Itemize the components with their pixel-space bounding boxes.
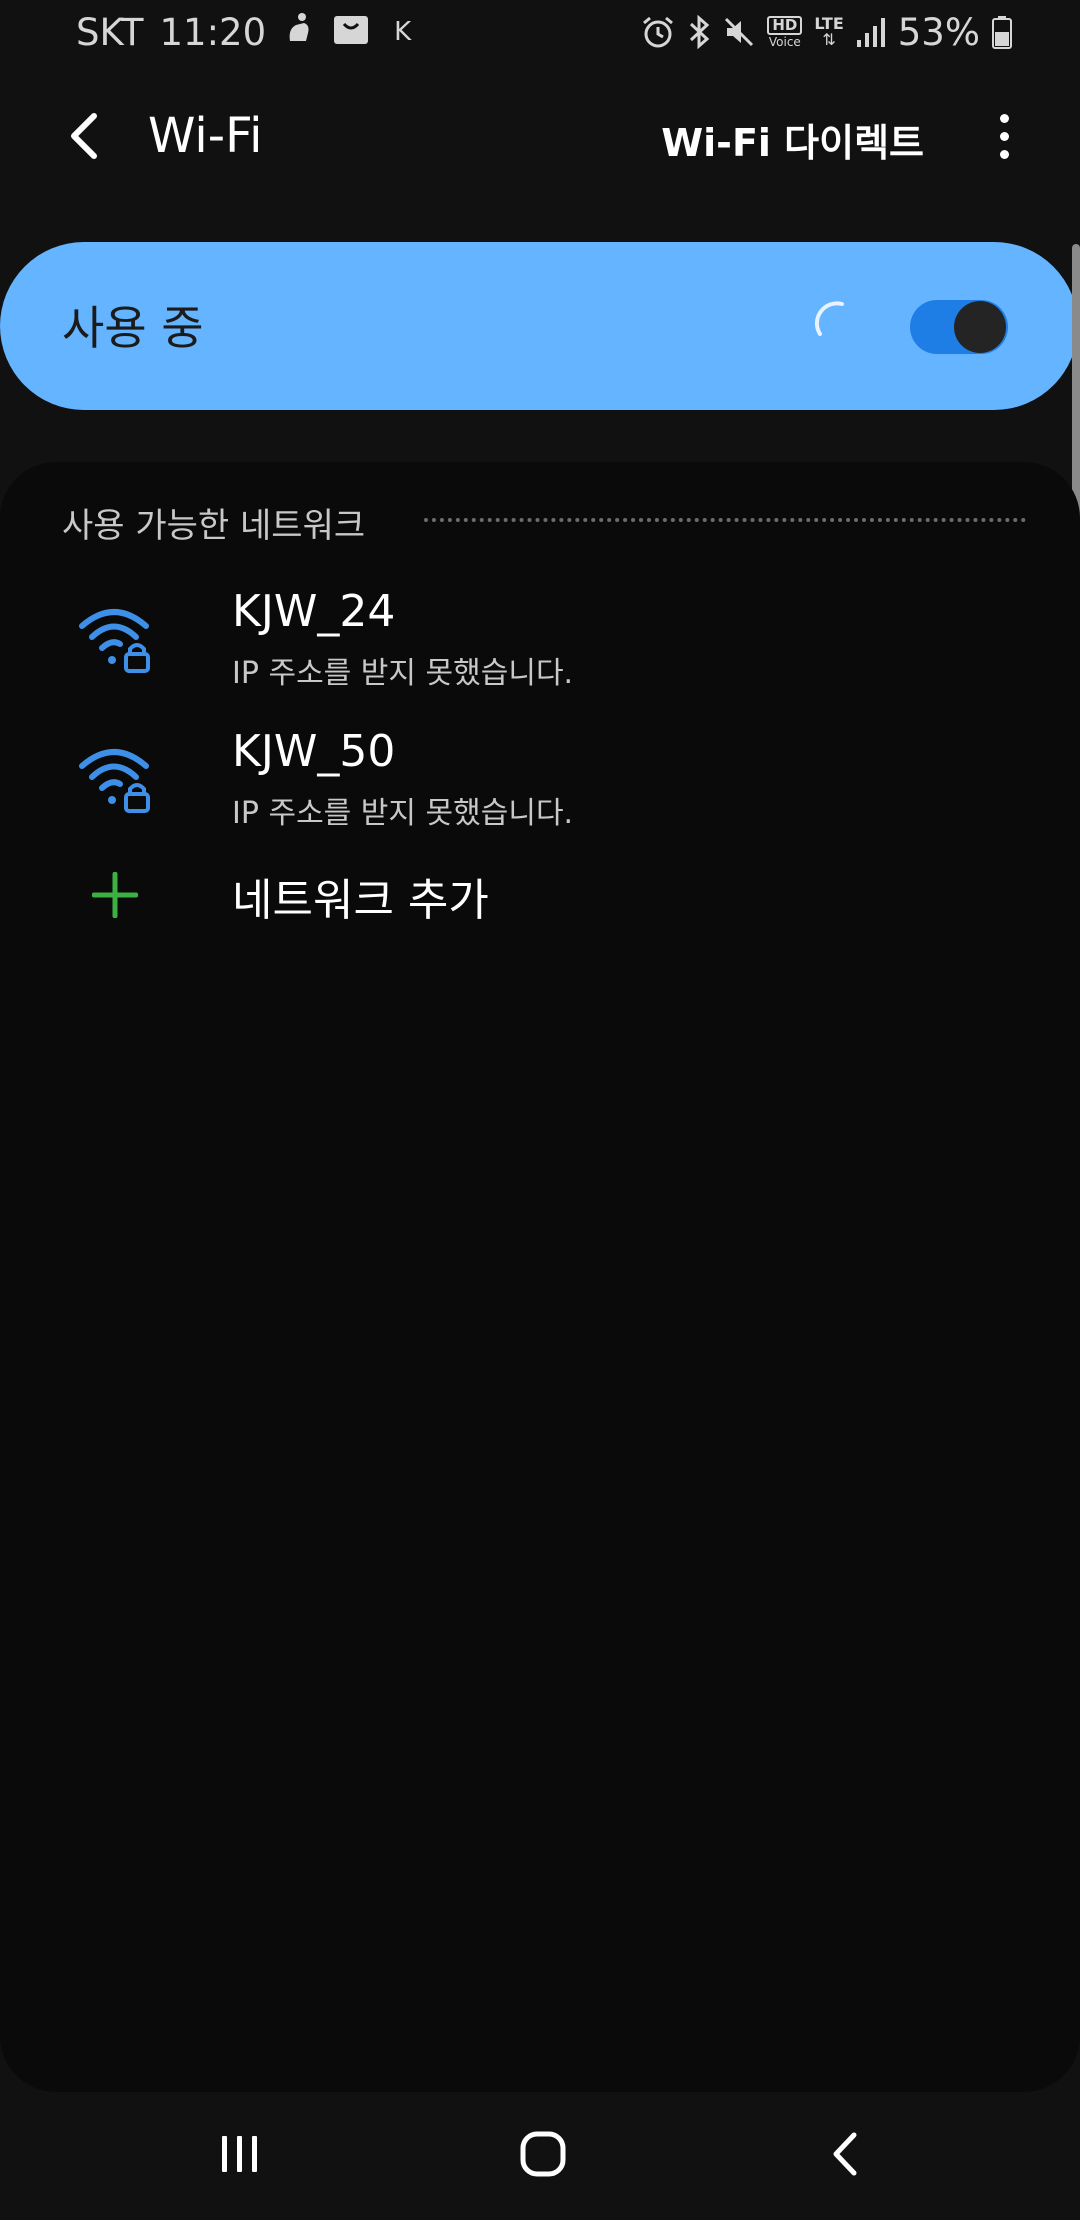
section-divider [424,518,1026,522]
available-networks-header: 사용 가능한 네트워크 [62,506,366,546]
alarm-icon [641,15,675,49]
hd-voice-icon: HD Voice [767,16,803,49]
wifi-master-switch-card[interactable]: 사용 중 [0,242,1078,410]
app-bar: Wi-Fi Wi-Fi 다이렉트 [0,64,1080,210]
status-right: HD Voice LTE ⇅ 53% [641,8,1012,56]
more-options-button[interactable] [972,104,1036,168]
toggle-knob [954,301,1006,353]
master-switch-label: 사용 중 [62,301,204,355]
lte-arrows: ⇅ [822,30,836,49]
network-item[interactable]: KJW_50 IP 주소를 받지 못했습니다. [0,714,1080,854]
add-network-button[interactable]: 네트워크 추가 [0,842,1080,952]
carrier-label: SKT [76,10,144,54]
back-icon [833,2132,857,2176]
signal-icon [856,16,886,48]
recents-icon [222,2136,257,2172]
bluetooth-icon [687,15,711,49]
home-button[interactable] [503,2122,583,2186]
clock: 11:20 [159,10,267,54]
battery-level: 53% [897,10,980,54]
loading-spinner-icon [814,301,844,336]
more-dot-icon [999,113,1009,123]
home-icon [520,2131,566,2177]
battery-icon [992,15,1012,49]
lte-icon: LTE ⇅ [814,16,843,48]
nav-back-button[interactable] [805,2122,885,2186]
back-button[interactable] [52,104,116,168]
network-list-panel: 사용 가능한 네트워크 KJW_24 IP 주소를 받지 못했습니다. KJW_… [0,462,1080,2092]
voice-label: Voice [768,35,801,49]
gesture-icon [282,11,316,54]
navigation-bar [0,2092,1080,2220]
wifi-secured-icon [79,749,150,813]
network-ssid: KJW_50 [232,726,396,777]
mute-icon [723,16,755,48]
plus-icon [92,872,138,918]
k-indicator: K [394,17,412,47]
network-item[interactable]: KJW_24 IP 주소를 받지 못했습니다. [0,574,1080,714]
wifi-secured-icon [79,609,150,673]
add-network-label: 네트워크 추가 [232,875,489,926]
recents-button[interactable] [200,2122,280,2186]
network-ssid: KJW_24 [232,586,396,637]
status-bar: SKT 11:20 K HD Voice LTE ⇅ 53% [0,0,1080,64]
page-title: Wi-Fi [148,108,263,164]
status-left: SKT 11:20 K [76,8,411,56]
network-status: IP 주소를 받지 못했습니다. [232,796,574,831]
wifi-direct-button[interactable]: Wi-Fi 다이렉트 [661,112,924,167]
shopping-bag-icon [332,10,370,55]
network-status: IP 주소를 받지 못했습니다. [232,656,574,691]
more-dot-icon [999,131,1009,141]
hd-label: HD [767,16,803,35]
more-dot-icon [999,149,1009,159]
back-arrow-icon [71,113,97,159]
wifi-toggle[interactable] [910,300,1008,354]
